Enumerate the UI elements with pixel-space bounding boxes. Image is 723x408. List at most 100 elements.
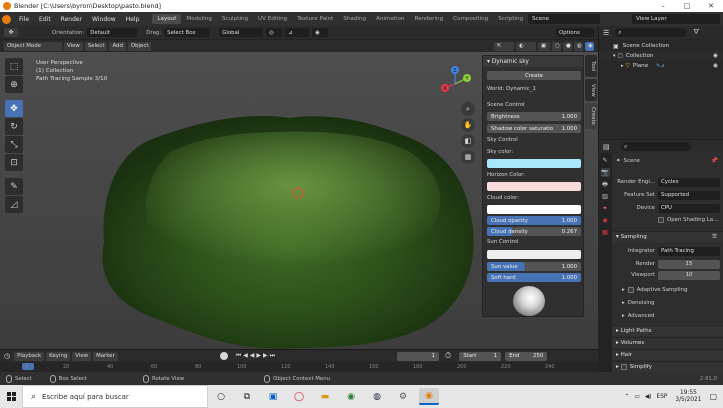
shadow-saturation-field[interactable]: Shadow color saturatio 1.000 — [487, 124, 581, 133]
current-frame-field[interactable]: 1 — [396, 351, 439, 361]
editor-type-icon[interactable]: ◷ — [4, 352, 10, 360]
options-dropdown[interactable]: Options — [556, 28, 594, 37]
render-engine-dropdown[interactable]: Cycles — [658, 177, 720, 187]
xray-icon[interactable]: ▣ — [538, 41, 550, 51]
visibility-eye-icon[interactable]: ◉ — [713, 53, 718, 59]
tab-sculpting[interactable]: Sculpting — [217, 14, 253, 24]
pin-icon[interactable]: 📌 — [711, 158, 718, 164]
taskbar-clock[interactable]: 19:55 3/5/2021 — [675, 390, 701, 404]
tab-view[interactable]: View — [585, 79, 597, 101]
tab-uv-editing[interactable]: UV Editing — [253, 14, 292, 24]
outliner-search-input[interactable]: ⌕ — [615, 28, 688, 37]
properties-search-input[interactable]: ⌕ — [621, 142, 691, 151]
adaptive-sampling-checkbox[interactable] — [627, 287, 634, 293]
menu-timeline-view[interactable]: View — [72, 351, 92, 361]
tab-animation[interactable]: Animation — [371, 14, 410, 24]
horizon-color-swatch[interactable] — [487, 182, 581, 191]
volumes-panel-header[interactable]: ▸ Volumes — [612, 337, 723, 348]
menu-playback[interactable]: Playback — [14, 351, 45, 361]
expand-arrow-icon[interactable]: ▾ — [613, 53, 616, 59]
measure-tool-icon[interactable]: ◿ — [5, 196, 23, 213]
world-tab-icon[interactable]: ◉ — [601, 216, 610, 225]
hair-panel-header[interactable]: ▸ Hair — [612, 349, 723, 360]
chrome-icon[interactable]: ◉ — [341, 388, 361, 405]
maximize-button[interactable]: □ — [675, 0, 699, 12]
adaptive-sampling-subpanel[interactable]: ▸ Adaptive Sampling — [622, 287, 688, 293]
mode-dropdown[interactable]: Object Mode — [4, 41, 62, 51]
simplify-checkbox[interactable] — [620, 364, 627, 370]
menu-render[interactable]: Render — [56, 16, 87, 23]
feature-set-dropdown[interactable]: Supported — [658, 190, 720, 200]
presets-icon[interactable]: ☰ — [712, 234, 717, 240]
outliner-row-scene-collection[interactable]: ▣ Scene Collection — [599, 41, 723, 51]
file-explorer-icon[interactable]: ▬ — [315, 388, 335, 405]
perspective-grid-icon[interactable]: ▦ — [461, 150, 475, 164]
menu-marker[interactable]: Marker — [93, 351, 118, 361]
tab-create[interactable]: Create — [585, 103, 597, 129]
tray-expand-icon[interactable]: ⌃ — [624, 394, 629, 400]
tab-layout[interactable]: Layout — [152, 14, 182, 24]
menu-keying[interactable]: Keying — [46, 351, 71, 361]
proportional-edit-dropdown[interactable]: ◉ — [312, 28, 329, 37]
scene-tab-icon[interactable]: ✦ — [601, 204, 610, 213]
shading-rendered-icon[interactable]: ◉ — [585, 41, 594, 51]
transform-orientation-dropdown[interactable]: Global — [219, 28, 264, 37]
sun-value-slider[interactable]: Sun value 1.000 — [487, 262, 581, 271]
tool-tab-icon[interactable]: ✎ — [601, 156, 610, 165]
soft-hard-slider[interactable]: Soft hard 1.000 — [487, 273, 581, 282]
shading-wire-icon[interactable]: ○ — [552, 41, 561, 51]
camera-view-icon[interactable]: ◧ — [461, 134, 475, 148]
tab-texture-paint[interactable]: Texture Paint — [292, 14, 338, 24]
gizmo-visibility-icon[interactable]: ⇱ — [494, 41, 514, 51]
end-frame-field[interactable]: End 250 — [505, 351, 548, 361]
select-box-tool-icon[interactable]: ⬚ — [5, 58, 23, 75]
menu-object[interactable]: Object — [127, 41, 152, 51]
outliner-row-plane[interactable]: ▸ ▽ Plane ✎⊿ ◉ — [599, 61, 723, 71]
language-indicator[interactable]: ESP — [657, 394, 668, 400]
visibility-eye-icon[interactable]: ◉ — [713, 63, 718, 69]
properties-editor-icon[interactable]: ▤ — [603, 143, 610, 151]
cloud-color-swatch[interactable] — [487, 205, 581, 214]
sky-color-swatch[interactable] — [487, 159, 581, 168]
shading-solid-icon[interactable]: ● — [563, 41, 572, 51]
overlay-icon[interactable]: ◐ — [516, 41, 536, 51]
light-paths-panel-header[interactable]: ▸ Light Paths — [612, 325, 723, 336]
move-tool-icon[interactable]: ✥ — [4, 28, 18, 37]
denoising-subpanel[interactable]: ▸ Denoising — [622, 300, 655, 306]
tab-shading[interactable]: Shading — [338, 14, 371, 24]
render-samples-field[interactable]: 15 — [658, 259, 720, 269]
snap-dropdown[interactable]: ⊿ — [285, 28, 310, 37]
pivot-dropdown[interactable]: ◎ — [266, 28, 283, 37]
taskbar-search-input[interactable]: ⌕ Escribe aquí para buscar — [22, 385, 208, 408]
orientation-dropdown[interactable]: Default — [87, 28, 138, 37]
cursor-tool-icon[interactable]: ⊕ — [5, 76, 23, 93]
menu-edit[interactable]: Edit — [34, 16, 56, 23]
notifications-icon[interactable]: ▢ — [709, 392, 717, 401]
shading-material-icon[interactable]: ◍ — [574, 41, 583, 51]
opera-icon[interactable]: ◯ — [289, 388, 309, 405]
record-icon[interactable] — [219, 352, 228, 360]
viewport-samples-field[interactable]: 10 — [658, 270, 720, 280]
rotate-tool-icon[interactable]: ↻ — [5, 118, 23, 135]
menu-window[interactable]: Window — [87, 16, 121, 23]
view-layer-tab-icon[interactable]: ▥ — [601, 192, 610, 201]
navigation-gizmo[interactable]: Y X Z — [435, 64, 475, 104]
tab-tool[interactable]: Tool — [585, 55, 597, 77]
blender-taskbar-icon[interactable]: ◉ — [419, 388, 439, 405]
menu-select[interactable]: Select — [84, 41, 108, 51]
pan-hand-icon[interactable]: ✋ — [461, 118, 475, 132]
tab-scripting[interactable]: Scripting — [493, 14, 528, 24]
output-tab-icon[interactable]: 🖶 — [601, 180, 610, 189]
tab-rendering[interactable]: Rendering — [410, 14, 449, 24]
menu-add[interactable]: Add — [109, 41, 126, 51]
device-dropdown[interactable]: CPU — [658, 203, 720, 213]
integrator-dropdown[interactable]: Path Tracing — [658, 246, 720, 256]
steam-icon[interactable]: ◍ — [367, 388, 387, 405]
close-button[interactable]: ✕ — [699, 0, 723, 12]
expand-arrow-icon[interactable]: ▸ — [621, 63, 624, 69]
minimize-button[interactable]: – — [651, 0, 675, 12]
settings-gear-icon[interactable]: ⚙ — [393, 388, 413, 405]
tab-compositing[interactable]: Compositing — [448, 14, 493, 24]
annotate-tool-icon[interactable]: ✎ — [5, 178, 23, 195]
render-tab-icon[interactable]: 📷 — [600, 168, 610, 177]
